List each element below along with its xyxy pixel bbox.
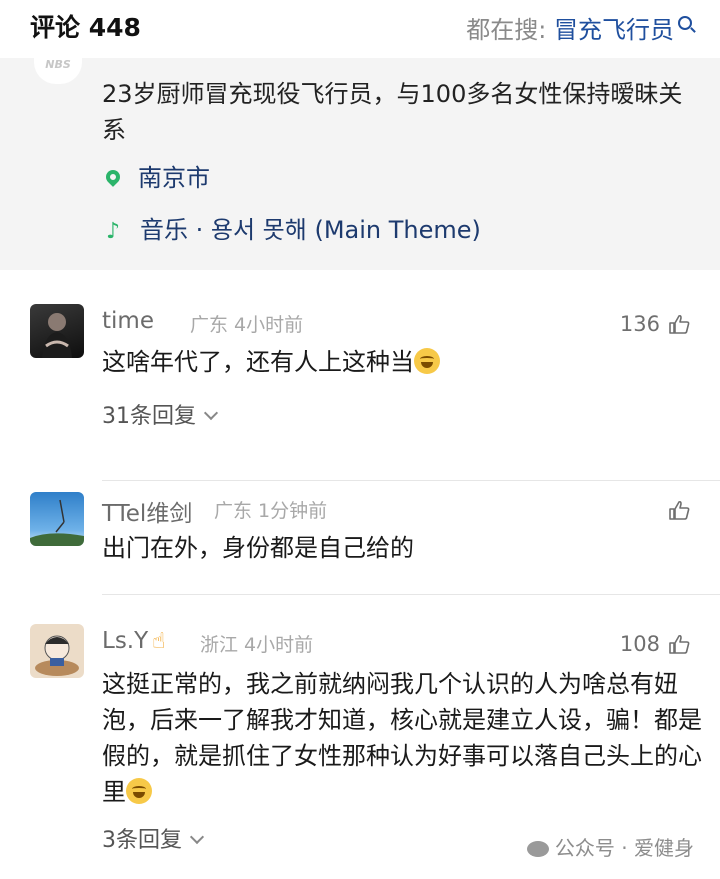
- replies-count: 3条回复: [102, 828, 182, 853]
- video-title: 23岁厨师冒充现役飞行员，与100多名女性保持暧昧关系: [102, 80, 683, 144]
- comment-item: TTel维剑 广东 1分钟前 出门在外，身份都是自己给的: [0, 484, 720, 595]
- comment-username-text: Ls.Y: [102, 628, 149, 654]
- like-button[interactable]: [660, 498, 690, 522]
- replies-count: 31条回复: [102, 404, 196, 429]
- thumbs-up-icon[interactable]: [668, 634, 690, 654]
- trending-search-prefix: 都在搜:: [466, 16, 547, 44]
- like-count: 136: [619, 312, 660, 336]
- thumbs-up-icon[interactable]: [668, 500, 690, 520]
- divider: [102, 480, 720, 481]
- comment-username[interactable]: time: [102, 308, 154, 334]
- comments-header: 评论 448 都在搜: 冒充飞行员: [0, 0, 720, 56]
- comment-text-body: 这啥年代了，还有人上这种当: [102, 348, 414, 376]
- location-pin-icon: [103, 167, 123, 187]
- chevron-down-icon: [203, 405, 219, 421]
- chevron-down-icon: [189, 829, 205, 845]
- like-count: 108: [619, 632, 660, 656]
- trending-search-keyword[interactable]: 冒充飞行员: [554, 16, 674, 44]
- channel-logo: NBS: [34, 58, 82, 84]
- avatar[interactable]: [30, 304, 84, 358]
- avatar[interactable]: [30, 492, 84, 546]
- laughing-emoji-icon: [414, 348, 440, 374]
- comment-item: time 广东 4小时前 136 这啥年代了，还有人上这种当 31条回复: [0, 292, 720, 482]
- comment-location-time: 广东 1分钟前: [214, 500, 328, 522]
- location-text: 南京市: [138, 164, 210, 192]
- video-info-card[interactable]: NBS 23岁厨师冒充现役飞行员，与100多名女性保持暧昧关系 南京市 ♪ 音乐 …: [0, 58, 720, 270]
- music-note-icon: ♪: [106, 219, 121, 244]
- thumbs-up-icon[interactable]: [668, 314, 690, 334]
- comment-text: 出门在外，身份都是自己给的: [102, 534, 414, 562]
- pointing-up-hand-icon: ☝: [152, 629, 166, 654]
- comment-username[interactable]: Ls.Y ☝: [102, 628, 176, 654]
- avatar[interactable]: [30, 624, 84, 678]
- comment-location-time: 广东 4小时前: [190, 314, 304, 336]
- comment-text: 这挺正常的，我之前就纳闷我几个认识的人为啥总有妞泡，后来一了解我才知道，核心就是…: [102, 666, 702, 810]
- watermark-text: 公众号 · 爱健身: [554, 836, 694, 860]
- trending-search[interactable]: 都在搜: 冒充飞行员: [466, 10, 692, 45]
- like-button[interactable]: 108: [620, 632, 690, 656]
- comment-text-body: 这挺正常的，我之前就纳闷我几个认识的人为啥总有妞泡，后来一了解我才知道，核心就是…: [102, 670, 702, 806]
- view-replies-button[interactable]: 31条回复: [102, 398, 219, 430]
- comments-count-title: 评论 448: [30, 13, 141, 42]
- watermark: 公众号 · 爱健身: [526, 832, 694, 861]
- comment-username[interactable]: TTel维剑: [102, 494, 192, 528]
- view-replies-button[interactable]: 3条回复: [102, 822, 205, 854]
- search-icon[interactable]: [678, 16, 692, 30]
- wechat-official-account-icon: [526, 841, 549, 857]
- comment-location-time: 浙江 4小时前: [200, 634, 314, 656]
- like-button[interactable]: 136: [620, 312, 690, 336]
- location-tag[interactable]: 南京市: [103, 158, 210, 192]
- music-tag[interactable]: ♪ 音乐 · 용서 못해 (Main Theme): [106, 210, 481, 244]
- comment-text: 这啥年代了，还有人上这种当: [102, 344, 702, 380]
- laughing-emoji-icon: [126, 778, 152, 804]
- divider: [102, 594, 720, 595]
- music-text: 音乐 · 용서 못해 (Main Theme): [140, 216, 481, 244]
